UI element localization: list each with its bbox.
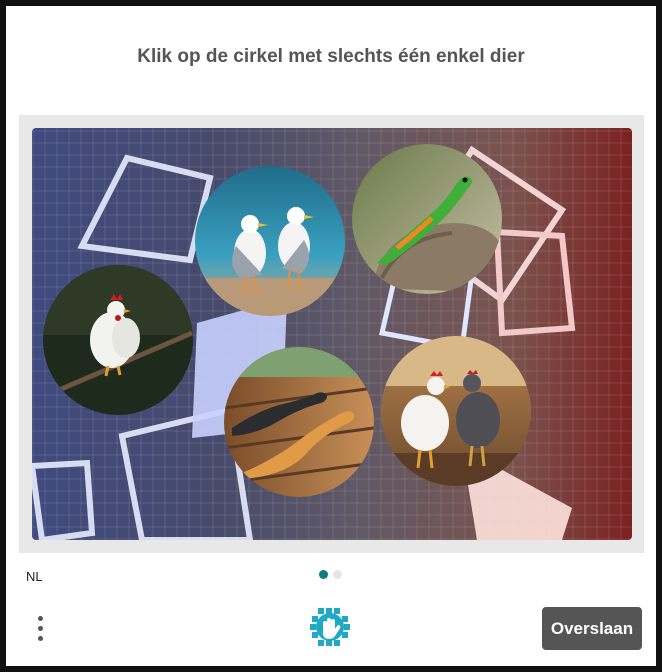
challenge-canvas	[32, 128, 632, 540]
captcha-frame: Klik op de cirkel met slechts één enkel …	[6, 6, 656, 666]
hcaptcha-hand-icon	[309, 608, 351, 653]
skip-button[interactable]: Overslaan	[542, 607, 642, 650]
language-selector[interactable]: NL	[26, 569, 43, 584]
image-option-rooster[interactable]	[43, 265, 193, 415]
challenge-svg	[32, 144, 576, 540]
menu-button[interactable]	[30, 610, 50, 648]
challenge-prompt: Klik op de cirkel met slechts één enkel …	[137, 46, 525, 67]
page-dot-active	[319, 570, 328, 579]
image-option-chickens[interactable]	[381, 336, 531, 486]
vertical-ellipsis-icon	[38, 616, 43, 621]
image-option-lizards[interactable]	[224, 347, 374, 497]
page-dot-inactive	[333, 570, 342, 579]
image-option-lizard[interactable]	[352, 144, 507, 294]
image-option-seagulls[interactable]	[195, 166, 345, 318]
challenge-area	[19, 115, 644, 553]
